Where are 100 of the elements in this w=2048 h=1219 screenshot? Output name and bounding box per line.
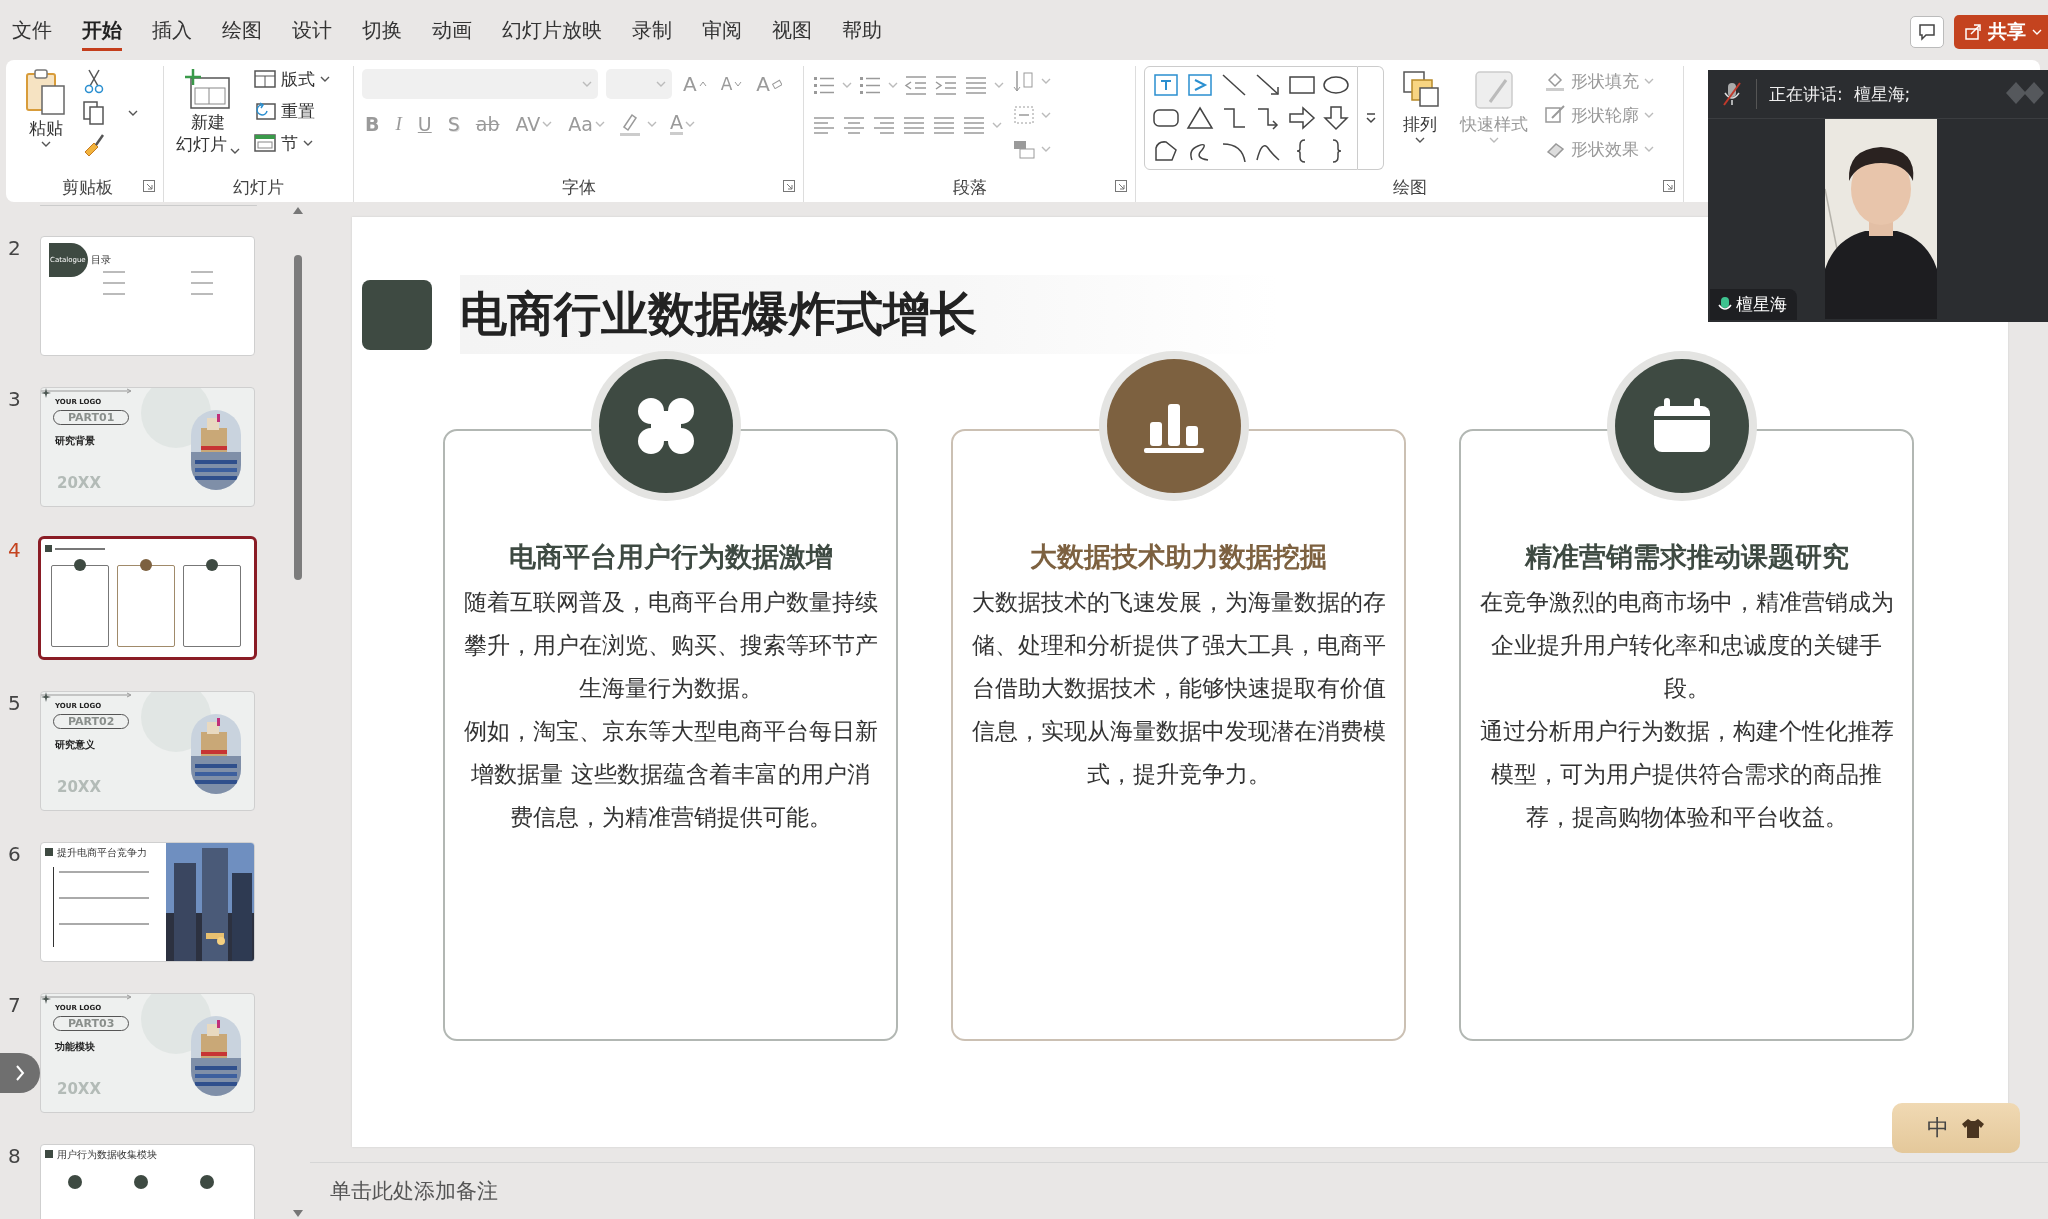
notes-field[interactable]: 单击此处添加备注 [310, 1163, 2048, 1219]
dialog-launcher-icon[interactable] [783, 180, 795, 192]
copy-icon[interactable] [82, 100, 106, 126]
group-label: 段落 [952, 175, 987, 199]
title-square [362, 279, 432, 350]
menu-tab[interactable]: 录制 [632, 17, 672, 51]
menu-tab[interactable]: 视图 [772, 17, 812, 51]
comment-icon [1917, 22, 1937, 42]
font-size-field[interactable] [606, 69, 672, 99]
caret-icon [128, 109, 138, 117]
slide-heading: 用户行为数据收集模块 [57, 1148, 157, 1162]
eraser-icon [772, 79, 782, 89]
expand-panel-button[interactable] [0, 1053, 40, 1093]
menu-tab[interactable]: 幻灯片放映 [502, 17, 602, 51]
slide-thumbnail[interactable]: 用户行为数据收集模块 [40, 1144, 255, 1219]
group-label: 绘图 [1392, 175, 1427, 199]
caret-icon [320, 75, 330, 83]
slide-thumbnail[interactable] [38, 536, 257, 660]
scrollbar-thumb[interactable] [294, 255, 302, 580]
share-button[interactable]: 共享 [1954, 15, 2048, 49]
card-text: 随着互联网普及，电商平台用户数量持续攀升，用户在浏览、购买、搜索等环节产生海量行为数据。 [462, 588, 879, 703]
slide-number: 7 [7, 993, 22, 1017]
title-square [45, 1150, 53, 1158]
group-label: 字体 [561, 175, 596, 199]
chevron-right-icon [14, 1064, 26, 1082]
scroll-down-icon[interactable] [292, 1209, 304, 1219]
paste-button[interactable]: 粘贴 [20, 66, 72, 151]
menu-tab[interactable]: 文件 [12, 17, 52, 51]
input-method-toolbar[interactable]: 中 [1892, 1103, 2020, 1153]
speaking-status: 正在讲话: 檀星海; [1769, 82, 1911, 106]
caret-icon [842, 81, 852, 89]
comments-button[interactable] [1910, 16, 1944, 48]
down-arrow-icon[interactable] [1322, 105, 1350, 131]
dialog-launcher-icon[interactable] [1115, 180, 1127, 192]
menu-tab[interactable]: 动画 [432, 17, 472, 51]
slide-thumbnail[interactable]: 提升电商平台竞争力 [40, 842, 255, 962]
sparkle-icon [41, 994, 51, 1004]
card-text: 通过分析用户行为数据，构建个性化推荐模型，可为用户提供符合需求的商品推荐，提高购物体验和平台收益。 [1478, 717, 1895, 832]
vertical-text-box-icon[interactable] [1186, 72, 1214, 98]
sparkle-icon [41, 692, 51, 702]
caret-icon [1041, 77, 1051, 85]
caret-icon [888, 81, 898, 89]
card-heading: 电商平台用户行为数据激增 [508, 540, 833, 574]
menu-tab[interactable]: 插入 [152, 17, 192, 51]
arrow-line-icon[interactable] [1254, 72, 1282, 98]
card-text: 例如，淘宝、京东等大型电商平台每日新增数据量 这些数据蕴含着丰富的用户消费信息，为精准营销提供可能。 [462, 717, 879, 832]
group-label: 幻灯片 [233, 175, 284, 199]
text-line [103, 282, 125, 284]
highlighter-icon[interactable] [617, 111, 642, 137]
caret-icon [994, 81, 1004, 89]
scroll-up-icon[interactable] [292, 205, 304, 215]
muted-microphone-icon[interactable] [1720, 81, 1744, 107]
caret-icon [992, 121, 1002, 129]
text-box-icon[interactable] [1152, 72, 1180, 98]
layout-button[interactable]: 版式 [254, 66, 330, 92]
paintbrush-icon[interactable] [82, 132, 106, 158]
mini-icon [74, 559, 86, 571]
caret-icon [303, 139, 313, 147]
arrow-icon [41, 388, 133, 394]
caret-icon [1415, 136, 1425, 145]
menu-tab[interactable]: 绘图 [222, 17, 262, 51]
menu-tab[interactable]: 开始 [82, 17, 122, 51]
caret-icon [1041, 111, 1051, 119]
reset-button[interactable]: 重置 [254, 98, 330, 124]
triangle-icon[interactable] [1186, 105, 1214, 131]
menu-tab[interactable]: 审阅 [702, 17, 742, 51]
participant-name: 檀星海 [1736, 293, 1787, 316]
menu-tab[interactable]: 切换 [362, 17, 402, 51]
freeform-icon[interactable] [1152, 138, 1180, 164]
card-heading: 精准营销需求推动课题研究 [1524, 540, 1849, 574]
shirt-icon[interactable] [1961, 1117, 1985, 1139]
slide-number: 3 [7, 387, 22, 411]
sparkle-icon [41, 388, 51, 398]
menu-tab[interactable]: 帮助 [842, 17, 882, 51]
title-square [45, 545, 52, 552]
slide-number: 4 [7, 538, 22, 562]
section-title: 研究意义 [55, 738, 95, 752]
section-button[interactable]: 节 [254, 130, 330, 156]
dialog-launcher-icon[interactable] [143, 180, 155, 192]
share-icon [1964, 23, 1982, 41]
input-mode-button[interactable]: 中 [1927, 1113, 1949, 1143]
mini-icon [206, 559, 218, 571]
scissors-icon[interactable] [82, 68, 106, 94]
slide-number: 5 [7, 691, 22, 715]
menu-tab[interactable]: 设计 [292, 17, 332, 51]
caret-icon [542, 120, 553, 128]
pen-icon [1544, 104, 1566, 126]
card-text: 在竞争激烈的电商市场中，精准营销成为企业提升用户转化率和忠诚度的关键手段。 [1478, 588, 1895, 703]
numbering-icon[interactable] [858, 74, 882, 96]
year-text: 20XX [57, 778, 101, 796]
block-arrow-icon[interactable] [1288, 105, 1316, 131]
new-slide-button[interactable]: 新建 幻灯片 [172, 66, 244, 157]
arrange-button[interactable]: 排列 [1396, 66, 1444, 147]
year-text: 20XX [57, 474, 101, 492]
card-heading: 大数据技术助力数据挖掘 [1030, 540, 1327, 574]
reset-icon [254, 101, 276, 121]
slide-number: 2 [7, 236, 22, 260]
line-icon[interactable] [1220, 72, 1248, 98]
dialog-launcher-icon[interactable] [1663, 180, 1675, 192]
gallery-more-icon [1364, 112, 1377, 124]
